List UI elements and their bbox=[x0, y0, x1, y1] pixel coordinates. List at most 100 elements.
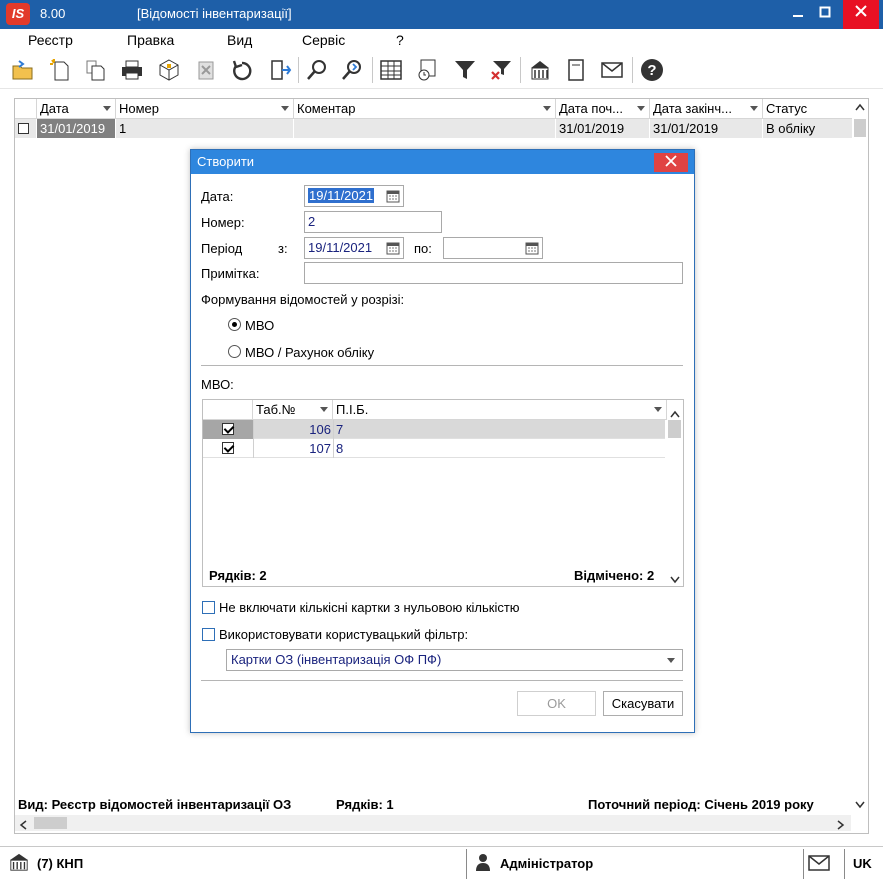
dialog-title: Створити bbox=[197, 154, 255, 169]
dialog-close-button[interactable] bbox=[654, 153, 688, 172]
chevron-down-icon[interactable] bbox=[667, 658, 675, 663]
mvo-grid: Таб.№ П.І.Б. 106 7 107 8 Рядків: 2 Відмі… bbox=[202, 399, 684, 587]
column-header-status[interactable]: Статус bbox=[763, 99, 854, 119]
column-header-number[interactable]: Номер bbox=[116, 99, 294, 119]
number-field[interactable]: 2 bbox=[304, 211, 442, 233]
tab-number-cell[interactable]: 107 bbox=[253, 439, 331, 458]
column-header-date-end[interactable]: Дата закінч... bbox=[650, 99, 763, 119]
open-folder-icon[interactable] bbox=[9, 56, 37, 84]
row-checkbox[interactable] bbox=[18, 123, 29, 134]
column-label: Дата поч... bbox=[559, 101, 623, 116]
row-checkbox[interactable] bbox=[222, 423, 234, 435]
mvo-rows-count: Рядків: 2 bbox=[209, 568, 267, 583]
scroll-right-icon[interactable] bbox=[837, 818, 845, 833]
scrollbar-thumb[interactable] bbox=[34, 817, 67, 829]
tab-number-cell[interactable]: 106 bbox=[253, 420, 331, 439]
building-icon[interactable] bbox=[526, 56, 554, 84]
filter-select[interactable]: Картки ОЗ (інвентаризація ОФ ПФ) bbox=[226, 649, 683, 671]
full-name-cell[interactable]: 7 bbox=[336, 420, 343, 439]
menu-help[interactable]: ? bbox=[396, 32, 404, 48]
calendar-icon[interactable] bbox=[386, 189, 400, 203]
column-header-date[interactable]: Дата bbox=[37, 99, 116, 119]
period-to-field[interactable] bbox=[443, 237, 543, 259]
help-icon[interactable]: ? bbox=[638, 56, 666, 84]
mail-icon[interactable] bbox=[808, 850, 830, 878]
delete-icon[interactable] bbox=[192, 56, 220, 84]
mail-icon[interactable] bbox=[598, 56, 626, 84]
search-icon[interactable] bbox=[303, 56, 331, 84]
refresh-icon[interactable] bbox=[228, 56, 256, 84]
scroll-up-icon[interactable] bbox=[855, 103, 865, 113]
table-cell-number[interactable]: 1 bbox=[116, 119, 294, 138]
vertical-scrollbar[interactable] bbox=[852, 99, 868, 809]
column-header-full-name[interactable]: П.І.Б. bbox=[333, 400, 667, 420]
minimize-button[interactable] bbox=[784, 0, 812, 29]
mvo-vertical-scrollbar[interactable] bbox=[666, 400, 683, 586]
scroll-up-icon[interactable] bbox=[670, 406, 680, 421]
toolbar-separator bbox=[520, 57, 521, 83]
table-cell-status[interactable]: В обліку bbox=[763, 119, 854, 138]
column-header-date-start[interactable]: Дата поч... bbox=[556, 99, 650, 119]
clear-filter-icon[interactable] bbox=[487, 56, 515, 84]
maximize-button[interactable] bbox=[811, 0, 839, 29]
radio-mvo-account-label[interactable]: МВО / Рахунок обліку bbox=[245, 345, 374, 360]
radio-mvo-account[interactable] bbox=[228, 345, 241, 358]
scroll-down-icon[interactable] bbox=[670, 572, 680, 587]
package-icon[interactable] bbox=[155, 56, 183, 84]
find-next-icon[interactable] bbox=[338, 56, 366, 84]
dropdown-arrow-icon bbox=[320, 407, 328, 412]
column-header-comment[interactable]: Коментар bbox=[294, 99, 556, 119]
column-header-tab-number[interactable]: Таб.№ bbox=[253, 400, 333, 420]
radio-mvo[interactable] bbox=[228, 318, 241, 331]
table-cell-date-start[interactable]: 31/01/2019 bbox=[556, 119, 650, 138]
filter-icon[interactable] bbox=[451, 56, 479, 84]
menu-service[interactable]: Сервіс bbox=[302, 32, 345, 48]
table-row[interactable]: 107 8 bbox=[203, 439, 665, 458]
menu-edit[interactable]: Правка bbox=[127, 32, 174, 48]
company-name[interactable]: (7) КНП bbox=[37, 850, 83, 878]
table-cell-date-end[interactable]: 31/01/2019 bbox=[650, 119, 763, 138]
cancel-button[interactable]: Скасувати bbox=[603, 691, 683, 716]
copy-document-icon[interactable] bbox=[81, 56, 109, 84]
scrollbar-thumb[interactable] bbox=[854, 119, 866, 137]
horizontal-scrollbar[interactable] bbox=[15, 815, 851, 831]
menu-view[interactable]: Вид bbox=[227, 32, 252, 48]
new-document-icon[interactable] bbox=[46, 56, 74, 84]
dropdown-arrow-icon bbox=[654, 407, 662, 412]
close-window-button[interactable] bbox=[843, 0, 879, 29]
grid-icon[interactable] bbox=[377, 56, 405, 84]
user-name[interactable]: Адміністратор bbox=[500, 850, 593, 878]
current-period: Поточний період: Січень 2019 року bbox=[588, 797, 814, 812]
table-row[interactable]: 106 7 bbox=[203, 420, 665, 439]
scroll-left-icon[interactable] bbox=[19, 818, 27, 833]
calendar-icon[interactable] bbox=[386, 241, 400, 255]
calendar-icon[interactable] bbox=[525, 241, 539, 255]
menu-registry[interactable]: Реєстр bbox=[28, 32, 73, 48]
calendar-clock-icon[interactable] bbox=[414, 56, 442, 84]
use-filter-label[interactable]: Використовувати користувацький фільтр: bbox=[219, 627, 468, 642]
use-filter-checkbox[interactable] bbox=[202, 628, 215, 641]
exclude-zero-label[interactable]: Не включати кількісні картки з нульовою … bbox=[219, 600, 520, 615]
language-indicator[interactable]: UK bbox=[853, 850, 872, 878]
dropdown-arrow-icon bbox=[543, 106, 551, 111]
radio-mvo-label[interactable]: МВО bbox=[245, 318, 274, 333]
filter-select-value: Картки ОЗ (інвентаризація ОФ ПФ) bbox=[231, 652, 442, 667]
date-value: 19/11/2021 bbox=[308, 188, 375, 203]
document-icon[interactable] bbox=[562, 56, 590, 84]
note-field[interactable] bbox=[304, 262, 683, 284]
row-checkbox[interactable] bbox=[222, 442, 234, 454]
period-from-field[interactable]: 19/11/2021 bbox=[304, 237, 404, 259]
column-label: Статус bbox=[766, 101, 808, 116]
column-label: Номер bbox=[119, 101, 160, 116]
exclude-zero-checkbox[interactable] bbox=[202, 601, 215, 614]
full-name-cell[interactable]: 8 bbox=[336, 439, 343, 458]
print-icon[interactable] bbox=[118, 56, 146, 84]
table-cell-comment[interactable] bbox=[294, 119, 556, 138]
grid-status-line: Вид: Реєстр відомостей інвентаризації ОЗ… bbox=[18, 797, 868, 813]
table-row-checkbox[interactable] bbox=[15, 119, 37, 138]
ok-button[interactable]: OK bbox=[517, 691, 596, 716]
scrollbar-thumb[interactable] bbox=[668, 420, 681, 438]
date-field[interactable]: 19/11/2021 bbox=[304, 185, 404, 207]
exit-icon[interactable] bbox=[266, 56, 294, 84]
table-cell-date[interactable]: 31/01/2019 bbox=[37, 119, 116, 138]
